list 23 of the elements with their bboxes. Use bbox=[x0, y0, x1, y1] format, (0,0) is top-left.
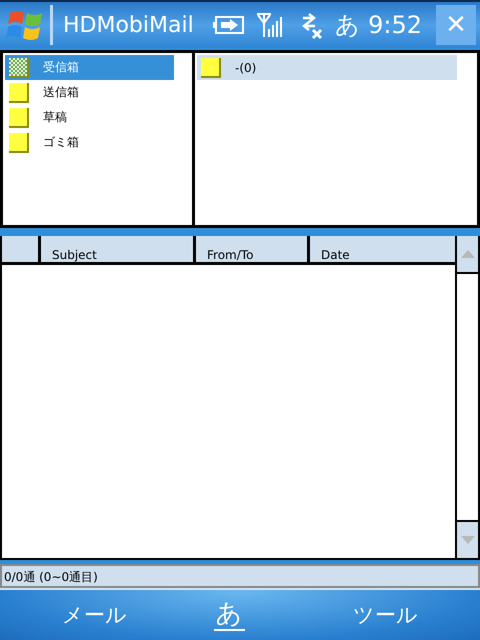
up-arrow-icon bbox=[460, 250, 474, 258]
folder-icon bbox=[9, 132, 29, 152]
mail-softkey[interactable]: メール bbox=[62, 601, 127, 629]
folder-icon bbox=[9, 108, 29, 128]
folder-icon bbox=[9, 58, 29, 78]
folder-icon bbox=[201, 58, 221, 78]
down-arrow-icon bbox=[460, 536, 474, 544]
folder-item[interactable]: 草稿 bbox=[5, 105, 174, 130]
folder-item[interactable]: ゴミ箱 bbox=[5, 130, 174, 155]
tools-softkey[interactable]: ツール bbox=[353, 601, 418, 629]
clock: 9:52 bbox=[368, 11, 422, 39]
status-text: 0/0通 (0~0通目) bbox=[4, 570, 98, 584]
battery-icon bbox=[213, 15, 246, 35]
scroll-up-button[interactable] bbox=[457, 236, 478, 272]
folder-item[interactable]: 送信箱 bbox=[5, 80, 174, 105]
scrollbar[interactable] bbox=[455, 236, 478, 558]
window-title: HDMobiMail bbox=[63, 12, 195, 38]
scroll-down-button[interactable] bbox=[457, 522, 478, 558]
folder-icon bbox=[9, 82, 29, 102]
column-header[interactable]: From/To bbox=[193, 236, 307, 262]
account-item[interactable]: -(0) bbox=[197, 55, 457, 80]
signal-icon bbox=[255, 11, 284, 39]
column-header[interactable]: Subject bbox=[38, 236, 193, 262]
